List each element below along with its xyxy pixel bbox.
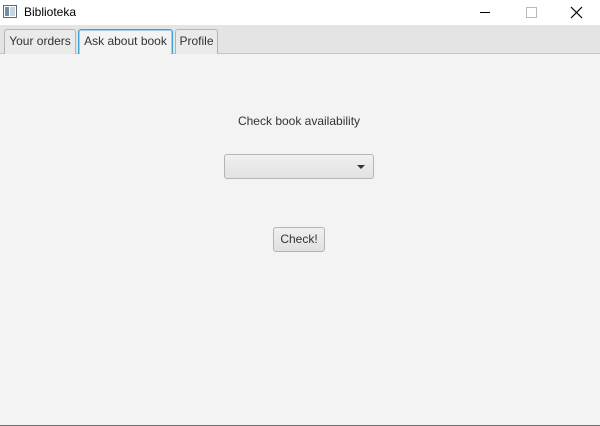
app-window-icon <box>3 5 17 18</box>
tab-bar: Your orders Ask about book Profile <box>0 25 600 55</box>
title-bar[interactable]: Biblioteka <box>0 0 600 25</box>
tab-content: Check book availability Check! <box>0 54 600 425</box>
tab-profile[interactable]: Profile <box>175 29 218 54</box>
minimize-icon <box>480 12 490 13</box>
check-button[interactable]: Check! <box>273 227 325 252</box>
app-window: Biblioteka Your orders Ask about book Pr… <box>0 0 600 426</box>
close-icon <box>570 6 583 19</box>
maximize-button[interactable] <box>508 0 554 25</box>
book-select[interactable] <box>224 154 374 179</box>
maximize-icon <box>526 7 537 18</box>
close-button[interactable] <box>554 0 600 25</box>
page-title: Check book availability <box>237 114 361 128</box>
minimize-button[interactable] <box>462 0 508 25</box>
window-title: Biblioteka <box>24 5 77 19</box>
chevron-down-icon <box>357 165 365 169</box>
tab-your-orders[interactable]: Your orders <box>4 29 76 54</box>
tab-ask-about-book[interactable]: Ask about book <box>78 29 173 55</box>
